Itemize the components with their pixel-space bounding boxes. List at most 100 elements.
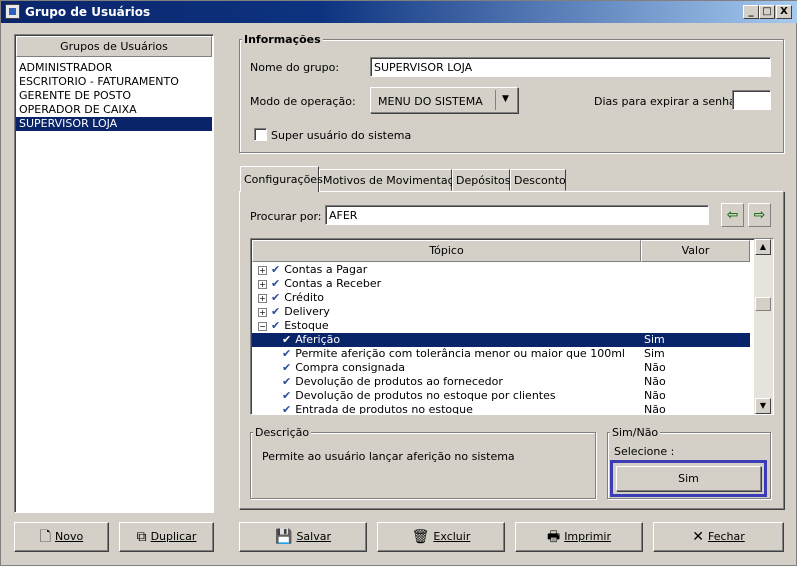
scroll-up-button[interactable]: ▲ [755,239,771,255]
title-bar[interactable]: Grupo de Usuários _ □ X [1,1,797,23]
tab-depositos[interactable]: Depósitos [452,169,511,191]
duplicar-button[interactable]: ⧉ Duplicar [119,522,214,552]
user-group-window: Grupo de Usuários _ □ X Grupos de Usuári… [0,0,797,566]
checkmark-icon: ✔ [282,333,292,346]
grid-topic-text: Estoque [284,319,329,332]
superuser-label: Super usuário do sistema [271,129,412,142]
select-divider [495,90,496,110]
novo-button[interactable]: 🗋 Novo [14,522,109,552]
grid-topic-text: Crédito [284,291,325,304]
search-input[interactable]: AFER [325,205,709,225]
checkmark-icon: ✔ [282,389,292,402]
topics-grid[interactable]: Tópico Valor + ✔ Contas a Pagar + ✔ Contas a … [250,238,774,415]
grid-topic-cell: + ✔ Contas a Receber [258,277,381,291]
grid-row[interactable]: + ✔ Delivery [252,305,750,319]
app-icon [5,4,20,19]
grid-row[interactable]: ✔ Entrada de produtos no estoque Não [252,403,750,414]
salvar-button[interactable]: 💾 Salvar [239,522,367,552]
expand-icon[interactable]: + [258,307,267,317]
novo-label: Novo [55,530,84,543]
grid-topic-cell: + ✔ Contas a Pagar [258,263,367,277]
grid-value-cell: Não [644,389,666,402]
imprimir-label: Imprimir [564,530,612,543]
operation-mode-value: MENU DO SISTEMA [378,95,483,108]
grid-topic-cell: ✔ Entrada de produtos no estoque [282,403,473,414]
groups-list-header: Grupos de Usuários [16,36,212,57]
group-list-item[interactable]: OPERADOR DE CAIXA [16,103,212,117]
minimize-button[interactable]: _ [743,5,759,19]
excluir-button[interactable]: 🗑 Excluir [377,522,505,552]
trash-icon: 🗑 [411,529,430,545]
imprimir-button[interactable]: 🖶 Imprimir [515,522,643,552]
grid-row[interactable]: ✔ Permite aferição com tolerância menor o… [252,347,750,361]
group-list-item[interactable]: ESCRITORIO - FATURAMENTO [16,75,212,89]
tab-configuracoes[interactable]: Configurações [240,166,323,192]
scroll-down-button[interactable]: ▼ [755,398,771,414]
expand-icon[interactable]: + [258,279,267,289]
grid-row[interactable]: ✔ Compra consignada Não [252,361,750,375]
checkmark-icon: ✔ [271,277,281,290]
simnao-title: Sim/Não [610,426,661,439]
duplicar-label: Duplicar [150,530,197,543]
grid-value-cell: Sim [644,347,665,360]
grid-row[interactable]: + ✔ Crédito [252,291,750,305]
arrow-up-icon: ▲ [759,242,767,251]
checkmark-icon: ✔ [282,361,292,374]
grid-header-value[interactable]: Valor [641,240,750,262]
tab-desconto[interactable]: Desconto [510,169,566,191]
expire-days-label: Dias para expirar a senha: [594,95,740,108]
grid-topic-text: Delivery [284,305,330,318]
grid-topic-text: Contas a Pagar [284,263,368,276]
grid-scrollbar[interactable]: ▲ ▼ [754,239,773,414]
chevron-down-icon: ▼ [502,94,509,104]
scroll-thumb[interactable] [755,297,771,311]
grid-row[interactable]: − ✔ Estoque [252,319,750,333]
grid-row[interactable]: ✔ Devolução de produtos ao fornecedor Não [252,375,750,389]
checkmark-icon: ✔ [271,291,281,304]
group-name-input[interactable]: SUPERVISOR LOJA [370,57,771,77]
checkmark-icon: ✔ [282,347,292,360]
info-title: Informações [242,33,323,46]
checkmark-icon: ✔ [271,319,281,332]
select-label: Selecione : [614,445,675,458]
grid-topic-text: Permite aferição com tolerância menor ou… [295,347,625,360]
search-label: Procurar por: [250,210,322,223]
groups-list[interactable]: Grupos de Usuários ADMINISTRADOR ESCRITOR… [14,34,214,513]
grid-topic-text: Contas a Receber [284,277,382,290]
close-x-icon: ✕ [692,529,704,545]
expand-icon[interactable]: + [258,265,267,275]
grid-header-topic[interactable]: Tópico [252,240,641,262]
grid-row[interactable]: ✔ Devolução de produtos no estoque por cl… [252,389,750,403]
description-groupbox [250,432,596,499]
grid-topic-cell: ✔ Compra consignada [282,361,405,375]
sim-button[interactable]: Sim [616,466,761,491]
grid-row[interactable]: + ✔ Contas a Receber [252,277,750,291]
operation-mode-select[interactable]: MENU DO SISTEMA ▼ [370,87,518,113]
grid-row[interactable]: + ✔ Contas a Pagar [252,263,750,277]
superuser-checkbox[interactable] [254,128,267,141]
grid-topic-cell: ✔ Permite aferição com tolerância menor o… [282,347,625,361]
group-list-item[interactable]: SUPERVISOR LOJA [16,117,212,131]
grid-topic-cell: + ✔ Delivery [258,305,330,319]
fechar-label: Fechar [707,530,745,543]
grid-topic-text: Devolução de produtos ao fornecedor [295,375,503,388]
group-list-item[interactable]: GERENTE DE POSTO [16,89,212,103]
arrow-down-icon: ▼ [759,401,767,410]
sim-button-focus[interactable]: Sim [610,460,767,497]
collapse-icon[interactable]: − [258,321,267,331]
expire-days-input[interactable] [732,90,771,110]
grid-topic-cell: − ✔ Estoque [258,319,329,333]
next-arrow-button[interactable]: ⇨ [748,203,771,227]
fechar-button[interactable]: ✕ Fechar [653,522,784,552]
operation-mode-label: Modo de operação: [250,95,356,108]
groups-list-items: ADMINISTRADOR ESCRITORIO - FATURAMENTO GER… [16,61,212,131]
previous-arrow-button[interactable]: ⇦ [721,203,744,227]
arrow-right-icon: ⇨ [753,207,766,223]
close-button[interactable]: X [776,5,792,19]
maximize-button[interactable]: □ [759,5,775,19]
window-title: Grupo de Usuários [25,5,151,19]
expand-icon[interactable]: + [258,293,267,303]
tab-motivos-movimentacao[interactable]: Motivos de Movimentação [319,169,467,191]
group-list-item[interactable]: ADMINISTRADOR [16,61,212,75]
grid-row[interactable]: ✔ Aferição Sim [252,333,750,347]
